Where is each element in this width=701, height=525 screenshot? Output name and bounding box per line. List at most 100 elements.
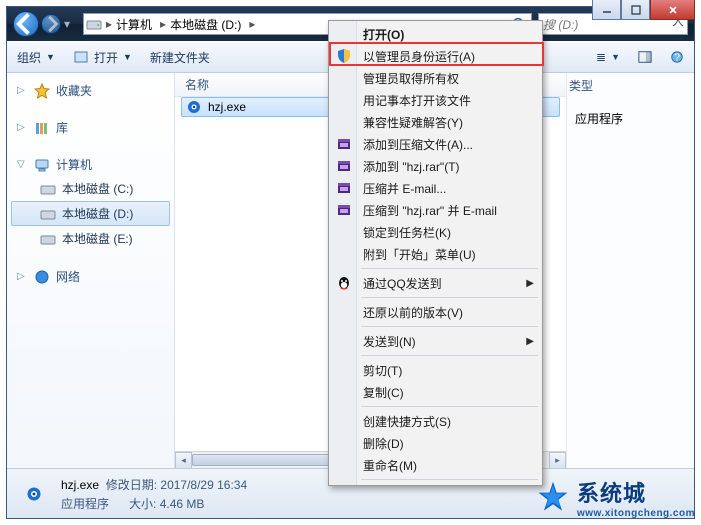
sidebar-computer[interactable]: ▽ 计算机 (11, 153, 170, 176)
menu-separator (361, 297, 538, 298)
submenu-arrow-icon: ▶ (526, 278, 534, 289)
star-icon (34, 83, 50, 99)
sidebar-libraries[interactable]: ▷ 库 (11, 116, 170, 139)
context-menu-item[interactable]: 创建快捷方式(S) (331, 410, 540, 432)
address-drive[interactable]: 本地磁盘 (D:) (170, 16, 241, 33)
menu-item-label: 重命名(M) (363, 457, 417, 474)
context-menu-item[interactable]: 压缩到 "hzj.rar" 并 E-mail (331, 199, 540, 221)
menu-separator (361, 406, 538, 407)
status-date-value: 2017/8/29 16:34 (160, 478, 247, 492)
submenu-arrow-icon: ▶ (526, 336, 534, 347)
library-icon (34, 120, 50, 136)
chevron-right-icon: ▸ (160, 17, 166, 31)
open-button[interactable]: 打开 ▼ (73, 49, 132, 66)
chevron-right-icon: ▷ (17, 271, 28, 282)
status-size-label: 大小: (129, 497, 156, 511)
help-button[interactable]: ? (670, 50, 684, 64)
menu-item-label: 添加到压缩文件(A)... (363, 136, 473, 153)
svg-text:?: ? (674, 52, 680, 64)
sidebar-drive-c[interactable]: 本地磁盘 (C:) (11, 176, 170, 201)
shield-icon (336, 48, 352, 64)
menu-item-label: 还原以前的版本(V) (363, 304, 463, 321)
menu-item-label: 删除(D) (363, 435, 404, 452)
maximize-button[interactable] (621, 0, 650, 20)
watermark: 系统城 www.xitongcheng.com (535, 476, 695, 519)
nav-history-dropdown[interactable]: ▾ (61, 12, 73, 36)
watermark-logo-icon (535, 480, 571, 516)
context-menu-item[interactable]: 剪切(T) (331, 359, 540, 381)
context-menu-item[interactable]: 重命名(M) (331, 454, 540, 476)
menu-item-label: 用记事本打开该文件 (363, 92, 471, 109)
computer-icon (34, 157, 50, 173)
menu-separator (361, 355, 538, 356)
minimize-button[interactable] (592, 0, 621, 20)
open-icon (73, 49, 89, 65)
menu-item-label: 以管理员身份运行(A) (363, 48, 475, 65)
menu-item-label: 剪切(T) (363, 362, 402, 379)
context-menu-item[interactable]: 锁定到任务栏(K) (331, 221, 540, 243)
file-type-value: 应用程序 (575, 110, 686, 127)
context-menu-item[interactable]: 用记事本打开该文件 (331, 89, 540, 111)
chevron-right-icon: ▷ (17, 85, 28, 96)
menu-item-label: 通过QQ发送到 (363, 275, 442, 292)
context-menu-item[interactable]: 附到「开始」菜单(U) (331, 243, 540, 265)
sidebar-network[interactable]: ▷ 网络 (11, 265, 170, 288)
menu-item-label: 压缩并 E-mail... (363, 180, 446, 197)
menu-item-label: 发送到(N) (363, 333, 416, 350)
context-menu-item[interactable]: 还原以前的版本(V) (331, 301, 540, 323)
menu-item-label: 压缩到 "hzj.rar" 并 E-mail (363, 202, 497, 219)
details-column: 类型 应用程序 大 (566, 73, 694, 468)
chevron-down-icon: ▽ (17, 159, 28, 170)
status-size-value: 4.46 MB (160, 497, 205, 511)
organize-menu[interactable]: 组织 ▼ (17, 49, 55, 66)
menu-item-label: 附到「开始」菜单(U) (363, 246, 476, 263)
drive-icon (86, 16, 102, 32)
context-menu-item[interactable]: 删除(D) (331, 432, 540, 454)
context-menu-item[interactable]: 添加到压缩文件(A)... (331, 133, 540, 155)
context-menu-item[interactable]: 打开(O) (331, 23, 540, 45)
status-date-label: 修改日期: (106, 478, 157, 492)
preview-pane-button[interactable] (638, 50, 652, 64)
forward-button[interactable] (41, 14, 61, 34)
search-placeholder: 搜 (D:) (543, 16, 578, 33)
rar-icon (336, 202, 352, 218)
chevron-right-icon: ▷ (17, 122, 28, 133)
menu-item-label: 添加到 "hzj.rar"(T) (363, 158, 460, 175)
status-type: 应用程序 (61, 497, 109, 511)
drive-icon (40, 181, 56, 197)
chevron-right-icon: ▸ (106, 17, 112, 31)
context-menu-item[interactable]: 复制(C) (331, 381, 540, 403)
drive-icon (40, 231, 56, 247)
status-filename: hzj.exe (61, 478, 99, 492)
column-type[interactable]: 类型 (569, 77, 680, 94)
sidebar-drive-e[interactable]: 本地磁盘 (E:) (11, 226, 170, 251)
context-menu: 打开(O) 以管理员身份运行(A) 管理员取得所有权用记事本打开该文件兼容性疑难解答… (328, 20, 543, 486)
menu-item-label: 兼容性疑难解答(Y) (363, 114, 463, 131)
menu-item-label: 复制(C) (363, 384, 404, 401)
chevron-right-icon: ▸ (249, 17, 255, 31)
address-computer[interactable]: 计算机 (116, 16, 152, 33)
sidebar: ▷ 收藏夹 ▷ 库 ▽ 计算机 (7, 73, 175, 468)
context-menu-item[interactable]: 添加到 "hzj.rar"(T) (331, 155, 540, 177)
rar-icon (336, 136, 352, 152)
menu-separator (361, 268, 538, 269)
context-menu-item[interactable]: 压缩并 E-mail... (331, 177, 540, 199)
network-icon (34, 269, 50, 285)
context-menu-item[interactable]: 通过QQ发送到 ▶ (331, 272, 540, 294)
new-folder-button[interactable]: 新建文件夹 (150, 49, 210, 66)
context-menu-item[interactable]: 兼容性疑难解答(Y) (331, 111, 540, 133)
context-menu-item[interactable]: 发送到(N) ▶ (331, 330, 540, 352)
view-options-button[interactable]: ≣ ▼ (596, 50, 620, 64)
sidebar-drive-d[interactable]: 本地磁盘 (D:) (11, 201, 170, 226)
menu-item-label: 管理员取得所有权 (363, 70, 459, 87)
menu-separator (361, 479, 538, 480)
exe-icon (186, 99, 202, 115)
rar-icon (336, 180, 352, 196)
column-name[interactable]: 名称 (185, 76, 209, 93)
close-button[interactable] (650, 0, 695, 20)
sidebar-favorites[interactable]: ▷ 收藏夹 (11, 79, 170, 102)
back-button[interactable] (13, 11, 39, 37)
menu-item-label: 创建快捷方式(S) (363, 413, 451, 430)
context-menu-item[interactable]: 管理员取得所有权 (331, 67, 540, 89)
context-menu-item[interactable]: 以管理员身份运行(A) (331, 45, 540, 67)
